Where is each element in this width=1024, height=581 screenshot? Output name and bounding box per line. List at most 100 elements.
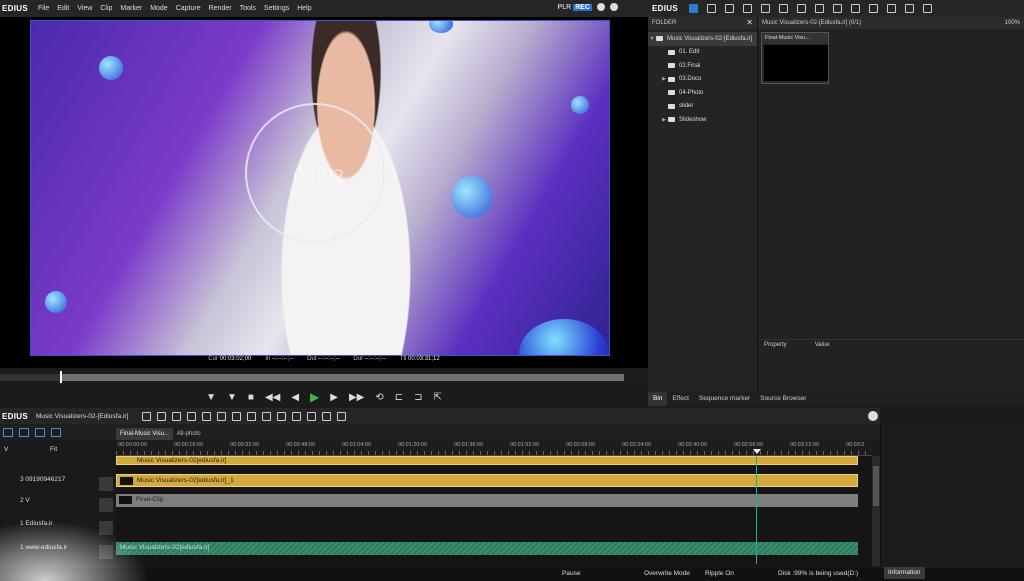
menu-render[interactable]: Render bbox=[205, 5, 236, 12]
set-in-icon[interactable]: ▼ bbox=[206, 392, 216, 403]
menu-settings[interactable]: Settings bbox=[260, 5, 293, 12]
tab-bin[interactable]: Bin bbox=[648, 392, 668, 406]
tab-source-browser[interactable]: Source Browser bbox=[755, 392, 811, 406]
folder-item[interactable]: 04-Photo bbox=[648, 86, 757, 100]
timeline-clip[interactable]: Music Visualizers-02[ediusfa.ir]_1 bbox=[116, 474, 858, 487]
folder-item[interactable]: 02.Final bbox=[648, 59, 757, 73]
caret-right-icon[interactable]: ▶ bbox=[660, 117, 668, 123]
tab-all-photo[interactable]: All-photo bbox=[173, 428, 205, 440]
folder-icon bbox=[668, 76, 675, 82]
paste-icon[interactable] bbox=[832, 4, 842, 13]
folder-view-icon[interactable] bbox=[688, 4, 698, 13]
menu-marker[interactable]: Marker bbox=[116, 5, 146, 12]
minimize-icon[interactable] bbox=[597, 3, 605, 11]
timeline-close-icon[interactable] bbox=[868, 411, 878, 421]
timeline-cursor-marker[interactable] bbox=[753, 449, 761, 454]
save-icon[interactable] bbox=[172, 411, 182, 421]
timeline-clip[interactable]: Final-Clip bbox=[116, 494, 858, 507]
color-icon[interactable] bbox=[886, 4, 896, 13]
menu-mode[interactable]: Mode bbox=[146, 5, 172, 12]
redo-icon[interactable] bbox=[262, 411, 272, 421]
close-icon[interactable]: ✕ bbox=[746, 18, 753, 27]
track-toggle-icon[interactable] bbox=[99, 498, 113, 512]
copy-icon[interactable] bbox=[814, 4, 824, 13]
loop-icon[interactable]: ⟲ bbox=[375, 392, 383, 403]
plr-button[interactable]: PLR bbox=[558, 4, 572, 11]
delete-icon[interactable] bbox=[232, 411, 242, 421]
sync-lock-icon[interactable] bbox=[19, 427, 29, 437]
close-icon[interactable] bbox=[610, 3, 618, 11]
step-back-icon[interactable]: ◀ bbox=[291, 392, 299, 403]
tab-sequence-marker[interactable]: Sequence marker bbox=[694, 392, 755, 406]
menu-edit[interactable]: Edit bbox=[53, 5, 73, 12]
properties-icon[interactable] bbox=[868, 4, 878, 13]
search-icon[interactable] bbox=[706, 4, 716, 13]
overwrite-icon[interactable]: ⊐ bbox=[414, 392, 422, 403]
bin-clip[interactable]: Final-Music Visu... bbox=[761, 32, 829, 84]
ruler-tick-label: 00:02:56:00 bbox=[734, 442, 764, 448]
fast-forward-icon[interactable]: ▶▶ bbox=[349, 392, 364, 403]
rec-button[interactable]: REC bbox=[573, 3, 592, 11]
export-icon[interactable] bbox=[307, 411, 317, 421]
menu-tools[interactable]: Tools bbox=[236, 5, 260, 12]
paste-icon[interactable] bbox=[217, 411, 227, 421]
layout-icon[interactable] bbox=[322, 411, 332, 421]
menu-help[interactable]: Help bbox=[293, 5, 315, 12]
folder-item[interactable]: 01. Edit bbox=[648, 46, 757, 60]
play-icon[interactable]: ▶ bbox=[310, 390, 319, 404]
insert-icon[interactable]: ⊏ bbox=[395, 392, 403, 403]
playhead-line[interactable] bbox=[756, 456, 757, 564]
tab-information[interactable]: Information bbox=[884, 567, 925, 579]
insert-mode-icon[interactable] bbox=[3, 427, 13, 437]
scrub-handle[interactable] bbox=[60, 371, 62, 383]
scrub-bar[interactable] bbox=[0, 370, 648, 384]
information-panel bbox=[880, 424, 1024, 567]
bin-clip-label: Final-Music Visu... bbox=[762, 33, 828, 43]
track-toggle-icon[interactable] bbox=[99, 521, 113, 535]
lock-icon[interactable] bbox=[99, 545, 113, 559]
bin-zoom[interactable]: 100% bbox=[1005, 20, 1020, 26]
sync-icon[interactable] bbox=[778, 4, 788, 13]
delete-icon[interactable] bbox=[850, 4, 860, 13]
folder-icon[interactable] bbox=[142, 411, 152, 421]
folder-item[interactable]: ▶ Slideshow bbox=[648, 113, 757, 127]
folder-item[interactable]: ▶ 03.Doco bbox=[648, 73, 757, 87]
title-icon[interactable] bbox=[292, 411, 302, 421]
settings-icon[interactable] bbox=[922, 4, 932, 13]
undo-icon[interactable] bbox=[247, 411, 257, 421]
mode-switch: PLR REC bbox=[558, 3, 618, 11]
snap-icon[interactable] bbox=[51, 427, 61, 437]
menu-file[interactable]: File bbox=[34, 5, 53, 12]
open-icon[interactable] bbox=[157, 411, 167, 421]
caret-down-icon[interactable]: ▼ bbox=[648, 36, 656, 42]
track-area[interactable]: Music Visualizers-02[ediusfa.ir] Music V… bbox=[116, 456, 872, 568]
folder-root[interactable]: ▼ Music Visualizers-02-[Ediusfa.ir] bbox=[648, 32, 757, 46]
cut-icon[interactable] bbox=[796, 4, 806, 13]
link-icon[interactable] bbox=[35, 427, 45, 437]
track-toggle-icon[interactable] bbox=[99, 477, 113, 491]
cut-icon[interactable] bbox=[187, 411, 197, 421]
timeline-audio-clip[interactable]: Music Visualizers-02[ediusfa.ir] bbox=[116, 542, 858, 555]
open-folder-icon[interactable] bbox=[742, 4, 752, 13]
sequence-name: Music Visualizers-02-[Ediusfa.ir] bbox=[35, 412, 129, 420]
set-out-icon[interactable]: ▼ bbox=[227, 392, 237, 403]
up-folder-icon[interactable] bbox=[724, 4, 734, 13]
new-clip-icon[interactable] bbox=[760, 4, 770, 13]
caret-right-icon[interactable]: ▶ bbox=[660, 76, 668, 82]
timeline-vertical-scrollbar[interactable] bbox=[872, 456, 880, 566]
menu-clip[interactable]: Clip bbox=[96, 5, 116, 12]
export-icon[interactable]: ⇱ bbox=[434, 392, 442, 403]
stop-icon[interactable]: ■ bbox=[248, 392, 254, 403]
step-forward-icon[interactable]: ▶ bbox=[330, 392, 338, 403]
copy-icon[interactable] bbox=[202, 411, 212, 421]
record-icon[interactable] bbox=[337, 411, 347, 421]
timeline-clip[interactable]: Music Visualizers-02[ediusfa.ir] bbox=[116, 456, 858, 465]
folder-item[interactable]: slider bbox=[648, 100, 757, 114]
grid-view-icon[interactable] bbox=[904, 4, 914, 13]
menu-capture[interactable]: Capture bbox=[172, 5, 205, 12]
tab-final-music[interactable]: Final-Music Visu... bbox=[116, 428, 173, 440]
marker-icon[interactable] bbox=[277, 411, 287, 421]
tab-effect[interactable]: Effect bbox=[667, 392, 694, 406]
menu-view[interactable]: View bbox=[73, 5, 96, 12]
rewind-icon[interactable]: ◀◀ bbox=[265, 392, 280, 403]
